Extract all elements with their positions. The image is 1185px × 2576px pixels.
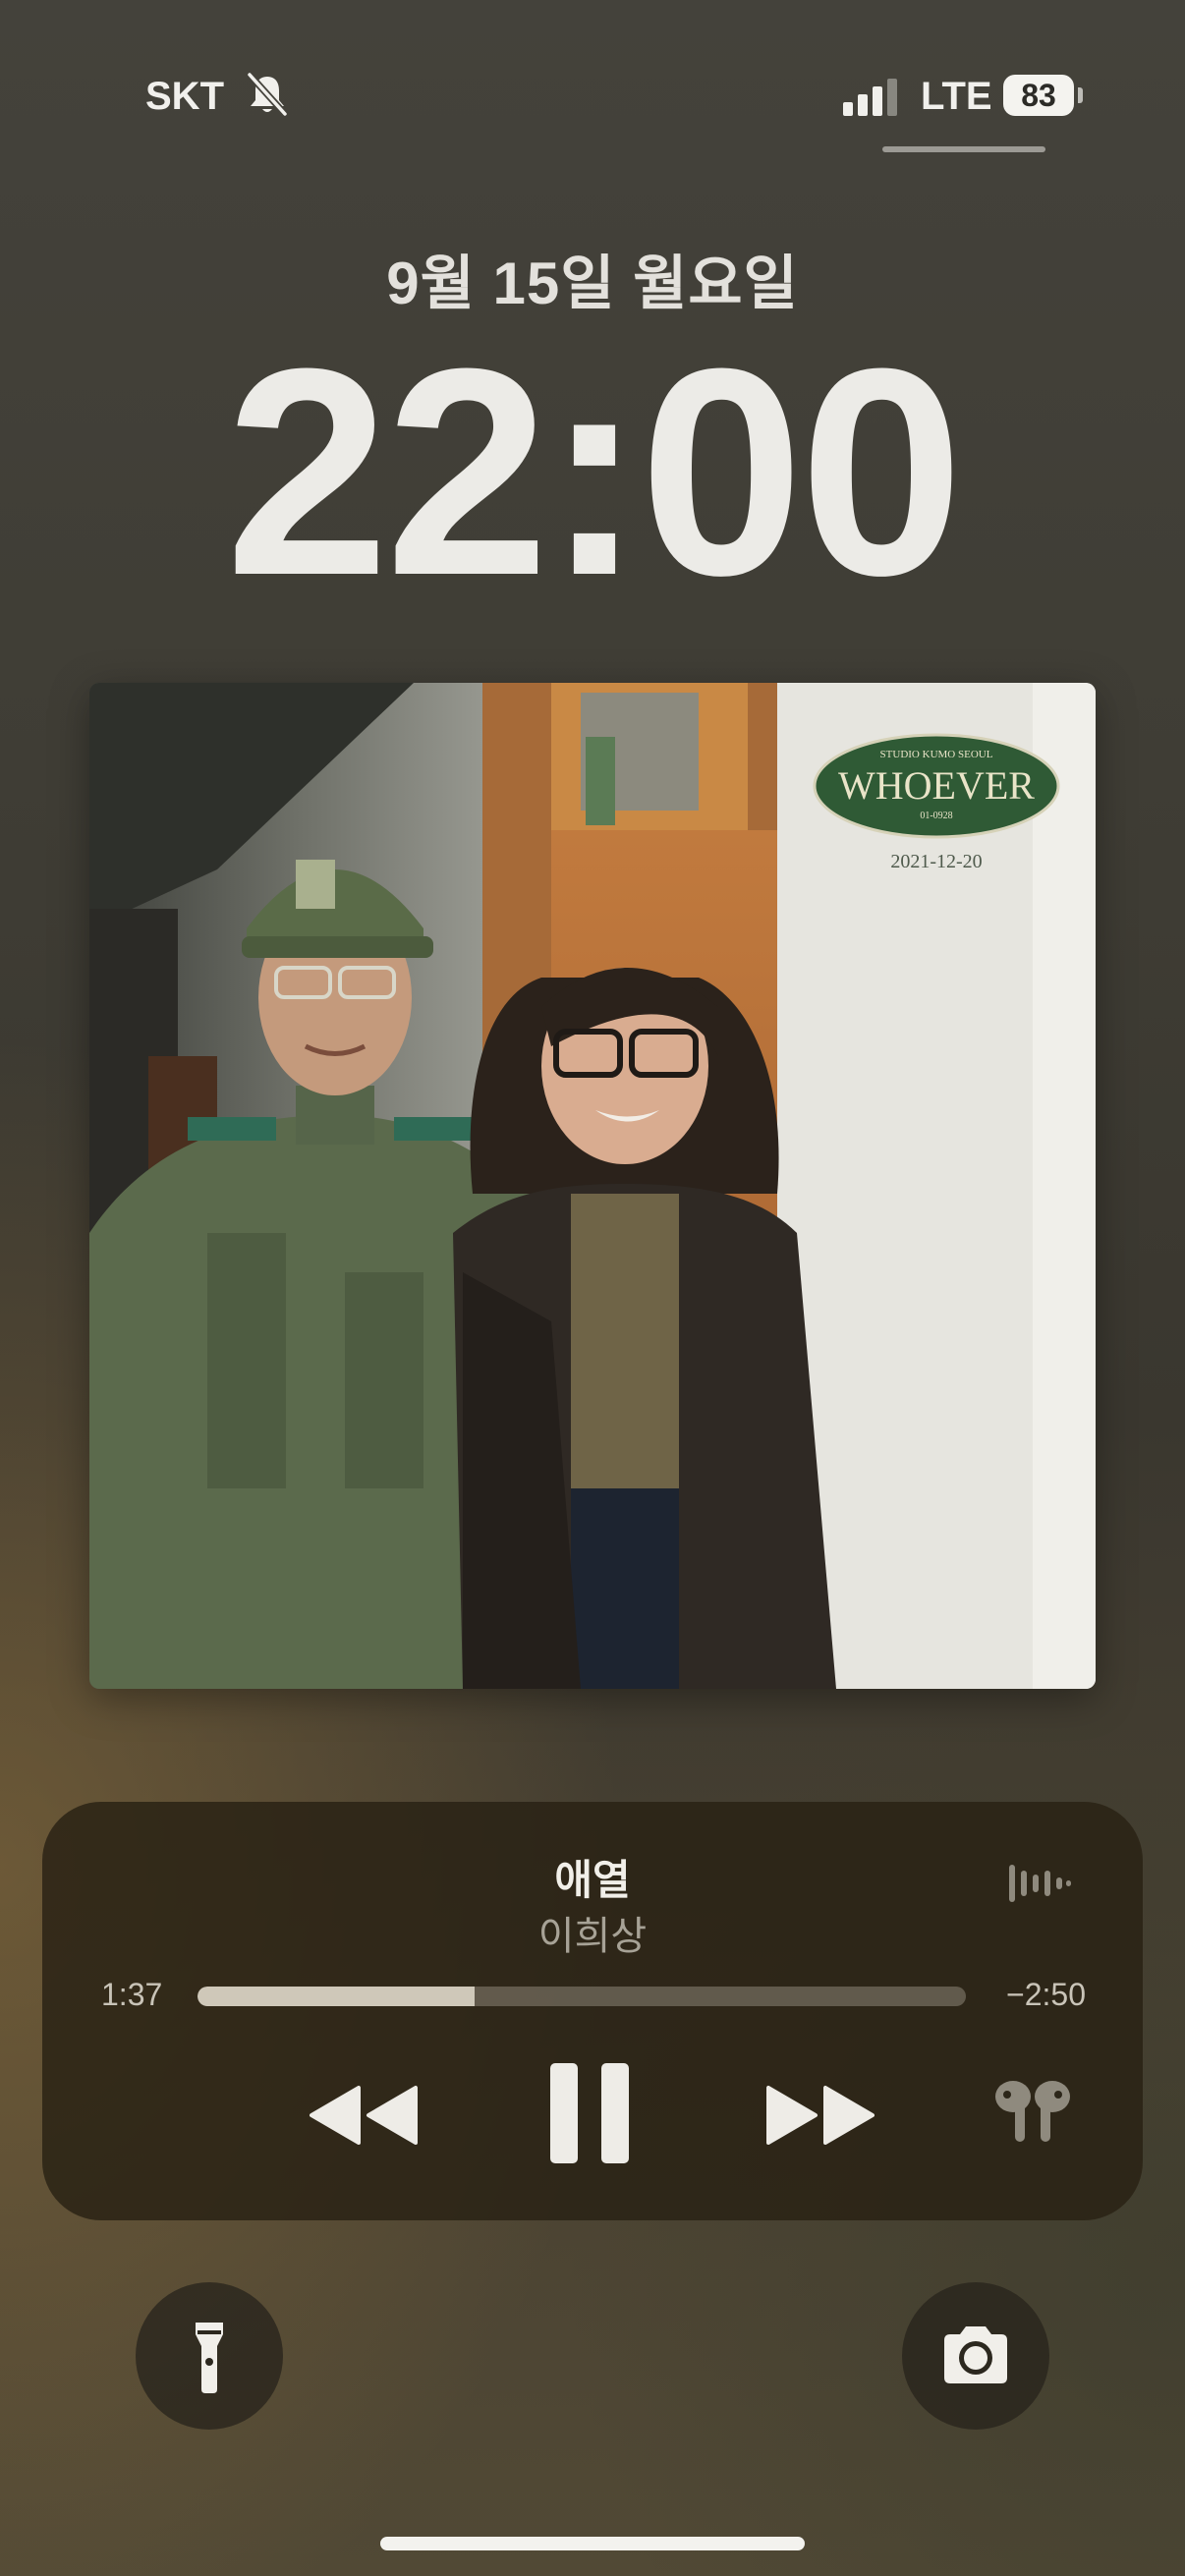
badge-title-text: WHOEVER [838,763,1035,808]
pause-icon[interactable] [550,2063,629,2163]
playback-scrubber[interactable] [198,1987,966,2006]
album-date-text: 2021-12-20 [890,851,982,872]
camera-icon [944,2326,1007,2383]
flashlight-icon [196,2323,223,2393]
lock-time: 22:00 [225,307,963,637]
cellular-signal-icon [843,79,897,116]
status-bar: SKT LTE 83 [0,69,1185,128]
airpods-icon[interactable] [991,2077,1074,2146]
remaining-time: −2:50 [1006,1977,1086,2012]
battery-icon: 83 [1003,75,1083,116]
home-indicator[interactable] [380,2537,805,2550]
song-title[interactable]: 애열 [42,1847,1143,1907]
battery-level: 83 [1021,78,1056,113]
fast-forward-icon[interactable] [764,2084,875,2147]
camera-button[interactable] [902,2282,1049,2430]
network-type: LTE [921,75,992,118]
playback-progress-fill [198,1987,475,2006]
carrier-label: SKT [145,75,224,118]
now-playing-widget[interactable]: 애열 이희상 1:37 −2:50 [42,1802,1143,2220]
audio-waveform-icon[interactable] [1007,1861,1072,1906]
control-center-indicator[interactable] [882,146,1045,152]
album-artwork[interactable]: STUDIO KUMO SEOUL WHOEVER 01-0928 2021-1… [89,683,1096,1689]
bell-slash-icon [247,72,288,117]
flashlight-button[interactable] [136,2282,283,2430]
elapsed-time: 1:37 [101,1977,163,2012]
badge-sub-text: 01-0928 [920,811,952,821]
song-artist[interactable]: 이희상 [42,1904,1143,1961]
badge-top-text: STUDIO KUMO SEOUL [880,749,993,760]
rewind-icon[interactable] [310,2084,420,2147]
